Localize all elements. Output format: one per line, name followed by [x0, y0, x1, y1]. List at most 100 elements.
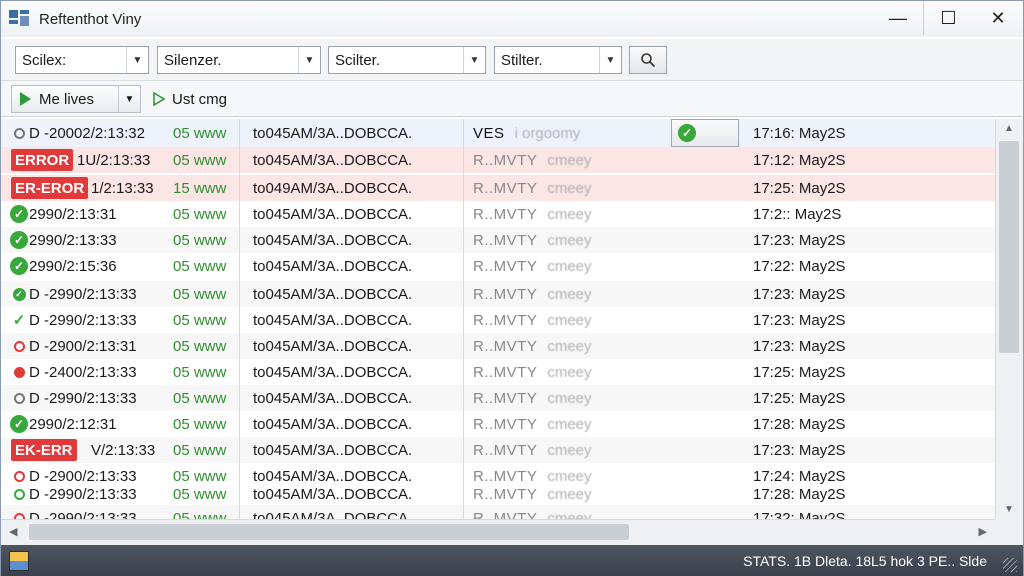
state-sublabel: cmeey — [547, 485, 592, 503]
status-app-icon — [9, 550, 29, 571]
state-sublabel: cmeey — [547, 509, 592, 520]
pending-ring-icon — [13, 392, 25, 404]
address-cell: to045AM/3A..DOBCCA. — [253, 441, 413, 459]
timestamp-cell: 2990/2:13:33 — [29, 231, 117, 249]
status-cell — [9, 119, 29, 147]
maximize-button[interactable]: ☐ — [923, 1, 973, 35]
state-sublabel: cmeey — [547, 337, 592, 355]
chevron-down-icon: ▼ — [118, 86, 140, 112]
state-label: R..MVTY — [473, 205, 538, 223]
scroll-right-arrow-icon[interactable]: ▶ — [979, 525, 987, 538]
success-check-icon: ✓ — [10, 231, 28, 249]
address-cell: to045AM/3A..DOBCCA. — [253, 389, 413, 407]
status-cell: ✓ — [9, 307, 29, 333]
state-cell: R..MVTY cmeey — [473, 253, 613, 279]
value-cell: 05 www — [173, 441, 227, 459]
state-label: R..MVTY — [473, 363, 538, 381]
state-sublabel: cmeey — [547, 231, 592, 249]
filter-dropdown-2[interactable]: Silenzer. ▼ — [157, 46, 321, 74]
state-label: R..MVTY — [473, 285, 538, 303]
value-cell: 05 www — [173, 151, 227, 169]
table-row[interactable]: D -2900/2:13:31 05 www to045AM/3A..DOBCCA.… — [1, 333, 995, 359]
row-checkbox[interactable]: ✓ — [671, 119, 739, 147]
value-cell: 05 www — [173, 389, 227, 407]
date-cell: 17:25: May2S — [753, 389, 846, 407]
mode-dropdown-button[interactable]: Me lives ▼ — [11, 85, 141, 113]
value-cell: 15 www — [173, 179, 227, 197]
timestamp-cell: 2990/2:13:31 — [29, 205, 117, 223]
table-row[interactable]: ✓ D -2990/2:13:33 05 www to045AM/3A..DOBCCA… — [1, 307, 995, 333]
table-row[interactable]: ✓ 2990/2:15:36 05 www to045AM/3A..DOBCCA. R.… — [1, 253, 995, 279]
filter-dropdown-3[interactable]: Scilter. ▼ — [328, 46, 486, 74]
date-cell: 17:23: May2S — [753, 285, 846, 303]
filter-dropdown-1[interactable]: Scilex: ▼ — [15, 46, 149, 74]
window-controls: — ☐ ✕ — [873, 1, 1023, 35]
status-text: STATS. 1B Dleta. 18L5 hok 3 PE.. Slde — [743, 552, 987, 569]
vertical-scrollbar[interactable]: ▲ ▼ — [995, 119, 1023, 519]
table-row[interactable]: EK-ERR V/2:13:33 05 www to045AM/3A..DOBCCA.… — [1, 437, 995, 463]
table-row[interactable]: D -2990/2:13:33 05 www to045AM/3A..DOBCCA.… — [1, 385, 995, 411]
minimize-button[interactable]: — — [873, 1, 923, 35]
table-row[interactable]: ER-EROR 1/2:13:33 15 www to049AM/3A..DOBCCA… — [1, 175, 995, 201]
status-cell: ✓ — [9, 411, 29, 437]
scroll-up-arrow-icon[interactable]: ▲ — [1004, 123, 1014, 134]
scroll-down-arrow-icon[interactable]: ▼ — [1004, 504, 1014, 515]
table-row[interactable]: D -2990/2:13:33 05 www to045AM/3A..DOBCCA.… — [1, 481, 995, 507]
close-button[interactable]: ✕ — [973, 1, 1023, 35]
address-cell: to045AM/3A..DOBCCA. — [253, 285, 413, 303]
state-sublabel: cmeey — [547, 179, 592, 197]
date-cell: 17:28: May2S — [753, 485, 846, 503]
table-row[interactable]: ✓ 2990/2:13:31 05 www to045AM/3A..DOBCCA. R.… — [1, 201, 995, 227]
state-label: R..MVTY — [473, 441, 538, 459]
resize-grip-icon[interactable] — [1003, 558, 1017, 572]
value-cell: 05 www — [173, 485, 227, 503]
date-cell: 17:2:: May2S — [753, 205, 842, 223]
horizontal-scroll-thumb[interactable] — [29, 524, 629, 540]
scroll-left-arrow-icon[interactable]: ◀ — [9, 525, 17, 538]
address-cell: to049AM/3A..DOBCCA. — [253, 179, 413, 197]
app-logo-icon — [9, 10, 31, 28]
horizontal-scrollbar[interactable]: ◀ ▶ — [1, 519, 995, 545]
address-cell: to045AM/3A..DOBCCA. — [253, 509, 413, 520]
app-window: Reftenthot Viny — ☐ ✕ Scilex: ▼ Silenzer… — [0, 0, 1024, 576]
timestamp-cell: D -2990/2:13:33 — [29, 285, 137, 303]
filter-2-value: Silenzer. — [164, 51, 222, 69]
vertical-scroll-thumb[interactable] — [999, 141, 1019, 353]
value-cell: 05 www — [173, 337, 227, 355]
timestamp-cell: 2990/2:15:36 — [29, 257, 117, 275]
status-cell — [9, 505, 29, 519]
search-button[interactable] — [629, 46, 667, 74]
value-cell: 05 www — [173, 231, 227, 249]
filter-toolbar: Scilex: ▼ Silenzer. ▼ Scilter. ▼ Stilter… — [1, 39, 1023, 81]
table-row[interactable]: D -2990/2:13:33 05 www to045AM/3A..DOBCCA.… — [1, 505, 995, 519]
success-check-icon: ✓ — [10, 205, 28, 223]
filter-3-value: Scilter. — [335, 51, 381, 69]
filter-dropdown-4[interactable]: Stilter. ▼ — [494, 46, 622, 74]
state-sublabel: cmeey — [547, 205, 592, 223]
play-outline-icon — [153, 92, 166, 106]
table-row[interactable]: D -20002/2:13:32 05 www to045AM/3A..DOBCCA… — [1, 119, 995, 147]
error-badge: ERROR — [11, 149, 74, 171]
address-cell: to045AM/3A..DOBCCA. — [253, 485, 413, 503]
chevron-down-icon: ▼ — [298, 47, 320, 73]
table-row[interactable]: ERROR 1U/2:13:33 05 www to045AM/3A..DOBCCA.… — [1, 147, 995, 173]
table-row[interactable]: D -2400/2:13:33 05 www to045AM/3A..DOBCCA.… — [1, 359, 995, 385]
state-sublabel: cmeey — [547, 363, 592, 381]
state-label: R..MVTY — [473, 151, 538, 169]
list-button[interactable]: Ust cmg — [147, 85, 233, 113]
date-cell: 17:23: May2S — [753, 311, 846, 329]
table-row[interactable]: ✓ D -2990/2:13:33 05 www to045AM/3A..DOBCCA… — [1, 281, 995, 307]
date-cell: 17:32: May2S — [753, 509, 846, 520]
status-cell — [9, 481, 29, 507]
filter-1-value: Scilex: — [22, 51, 67, 69]
timestamp-cell: D -2900/2:13:31 — [29, 337, 137, 355]
table-row[interactable]: ✓ 2990/2:12:31 05 www to045AM/3A..DOBCCA. R.… — [1, 411, 995, 437]
chevron-down-icon: ▼ — [599, 47, 621, 73]
timestamp-cell: D -2990/2:13:33 — [29, 311, 137, 329]
title-bar: Reftenthot Viny — ☐ ✕ — [1, 1, 1023, 37]
error-ring-icon — [13, 470, 25, 482]
state-label: R..MVTY — [473, 311, 538, 329]
state-cell[interactable]: VES i orgoomy — [473, 119, 613, 147]
value-cell: 05 www — [173, 124, 227, 142]
table-row[interactable]: ✓ 2990/2:13:33 05 www to045AM/3A..DOBCCA. R.… — [1, 227, 995, 253]
